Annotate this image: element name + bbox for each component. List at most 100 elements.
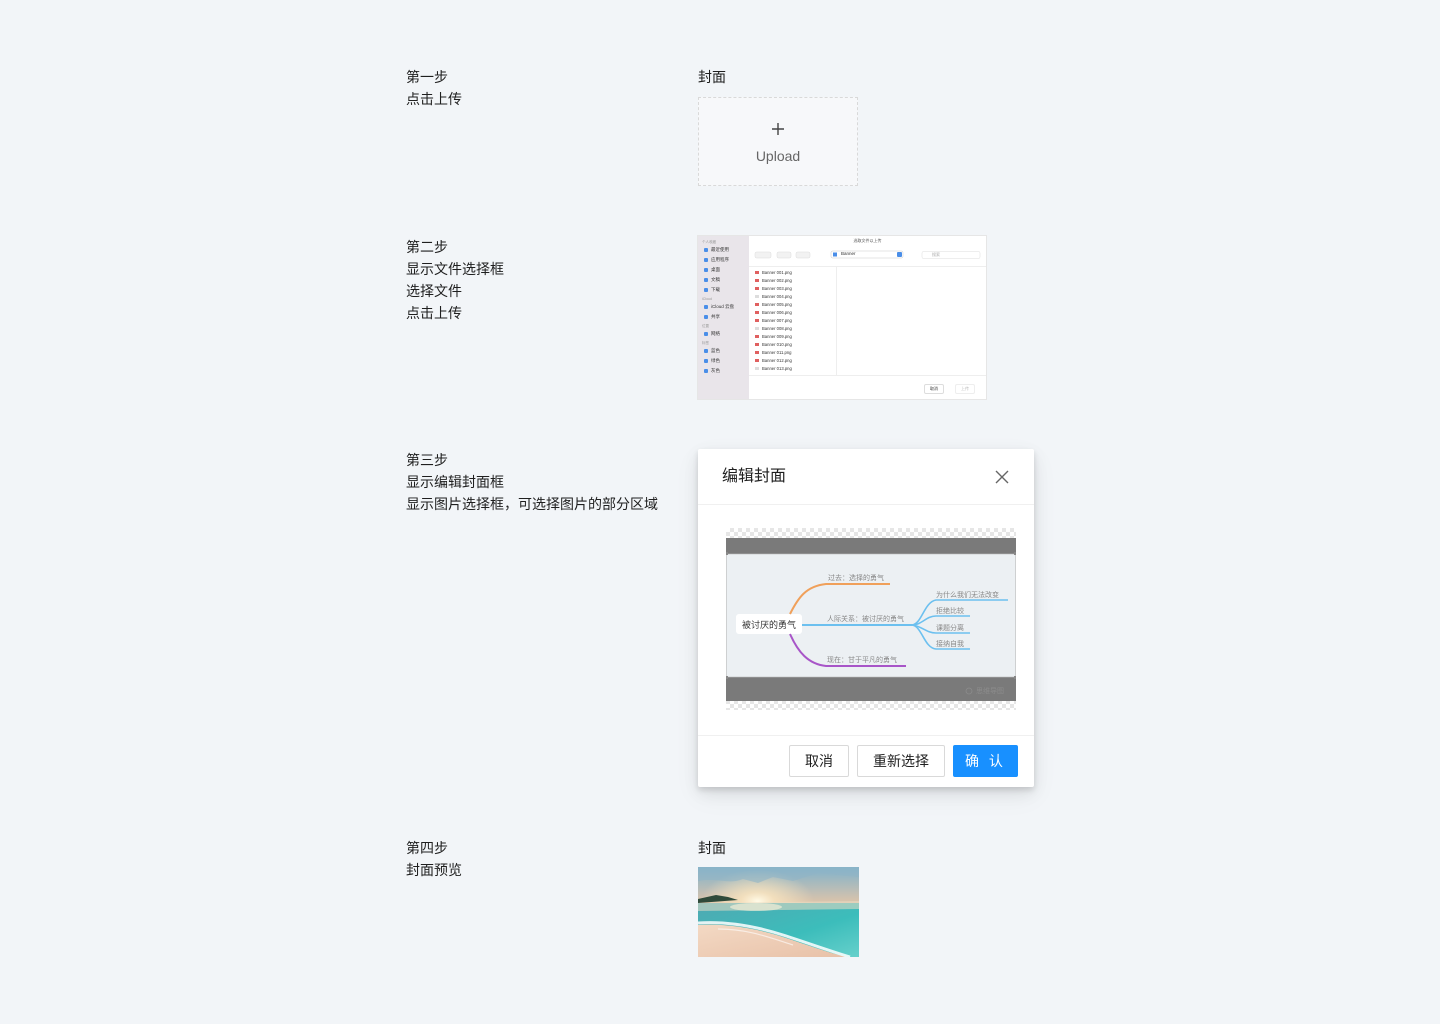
picker-sidebar-item-label: 共享 [711, 314, 720, 319]
folder-icon [704, 348, 708, 353]
picker-file-name: Banner 006.png [762, 310, 792, 315]
picker-sidebar-item-label: 灰色 [711, 368, 720, 373]
picker-file-item[interactable]: Banner 004.png [755, 294, 792, 299]
picker-column-divider [836, 267, 837, 375]
plus-icon [771, 120, 785, 140]
picker-file-item[interactable]: Banner 002.png [755, 278, 792, 283]
cover-preview-image [698, 867, 859, 957]
png-file-icon [755, 303, 759, 307]
picker-file-item[interactable]: Banner 010.png [755, 342, 792, 347]
picker-sidebar-item-label: 下载 [711, 287, 720, 292]
picker-file-name: Banner 001.png [762, 270, 792, 275]
png-file-icon [755, 271, 759, 275]
picker-file-item[interactable]: Banner 011.png [755, 350, 792, 355]
picker-sidebar: 个人收藏 最近使用 应用程序 桌面 文稿 下载 iCloud iCloud 云盘 共享 位置 网络标… [698, 236, 749, 399]
picker-file-name: Banner 005.png [762, 302, 792, 307]
picker-location: Banner [841, 251, 856, 256]
picker-sidebar-item-label: 蓝色 [711, 348, 720, 353]
folder-icon [704, 331, 708, 336]
picker-sidebar-item-label: 文稿 [711, 277, 720, 282]
upload-text: Upload [755, 147, 801, 164]
reselect-button[interactable]: 重新选择 [857, 745, 945, 777]
picker-sidebar-item[interactable]: 应用程序 [704, 257, 729, 263]
picker-sidebar-item-label: 最近使用 [711, 247, 729, 252]
picker-sidebar-item[interactable]: iCloud 云盘 [704, 304, 734, 310]
mindmap-branch-relations: 人际关系：被讨厌的勇气 [827, 616, 904, 623]
png-file-icon [755, 351, 759, 355]
cancel-button[interactable]: 取消 [789, 745, 849, 777]
picker-file-name: Banner 010.png [762, 342, 792, 347]
picker-sidebar-item[interactable]: 最近使用 [704, 247, 729, 253]
confirm-button[interactable]: 确 认 [953, 745, 1018, 777]
picker-file-name: Banner 003.png [762, 286, 792, 291]
png-file-icon [755, 367, 759, 371]
picker-file-item[interactable]: Banner 009.png [755, 334, 792, 339]
step-3-desc-1: 显示编辑封面框 [406, 474, 504, 490]
png-file-icon [755, 287, 759, 291]
upload-button[interactable]: Upload [698, 97, 858, 186]
png-file-icon [755, 327, 759, 331]
picker-file-name: Banner 008.png [762, 326, 792, 331]
folder-icon [704, 287, 708, 292]
picker-file-item[interactable]: Banner 012.png [755, 358, 792, 363]
folder-icon [704, 368, 708, 373]
picker-cancel-button[interactable]: 取消 [924, 384, 944, 394]
picker-file-name: Banner 009.png [762, 334, 792, 339]
picker-sidebar-item[interactable]: 共享 [704, 314, 720, 320]
step-1-title: 第一步 [406, 69, 448, 85]
step-3-title: 第三步 [406, 452, 448, 468]
picker-bottom-divider [749, 375, 986, 376]
picker-upload-button[interactable]: 上传 [955, 384, 975, 394]
picker-sidebar-section: 位置 [702, 324, 709, 328]
cover-label-1: 封面 [698, 69, 726, 85]
picker-file-item[interactable]: Banner 001.png [755, 270, 792, 275]
folder-icon [704, 304, 708, 309]
picker-sidebar-item[interactable]: 下载 [704, 287, 720, 293]
mindmap-sub-3: 课题分离 [936, 625, 964, 632]
step-2-desc-2: 选择文件 [406, 283, 462, 299]
mindmap-watermark: 思维导图 [976, 688, 1004, 695]
step-3-desc-2: 显示图片选择框，可选择图片的部分区域 [406, 496, 658, 512]
picker-toolbar: Banner 搜索 [749, 250, 986, 260]
picker-file-item[interactable]: Banner 003.png [755, 286, 792, 291]
picker-sidebar-item-label: 网络 [711, 331, 720, 336]
folder-icon [704, 277, 708, 282]
picker-sidebar-item[interactable]: 文稿 [704, 277, 720, 283]
mindmap-branch-past: 过去：选择的勇气 [828, 575, 884, 582]
step-2-desc-1: 显示文件选择框 [406, 261, 504, 277]
png-file-icon [755, 279, 759, 283]
picker-file-item[interactable]: Banner 013.png [755, 366, 792, 371]
picker-file-name: Banner 004.png [762, 294, 792, 299]
picker-sidebar-item[interactable]: 绿色 [704, 358, 720, 364]
picker-sidebar-item[interactable]: 灰色 [704, 368, 720, 374]
picker-file-item[interactable]: Banner 007.png [755, 318, 792, 323]
picker-file-name: Banner 012.png [762, 358, 792, 363]
close-icon[interactable] [992, 467, 1012, 487]
png-file-icon [755, 311, 759, 315]
picker-sidebar-item[interactable]: 桌面 [704, 267, 720, 273]
cover-label-2: 封面 [698, 840, 726, 856]
step-2-desc-3: 点击上传 [406, 305, 462, 321]
image-cropper[interactable]: 被讨厌的勇气 过去：选择的勇气 人际关系：被讨厌的勇气 现在：甘于平凡的勇气 为… [726, 528, 1016, 710]
picker-sidebar-item-label: iCloud 云盘 [711, 304, 735, 309]
picker-file-item[interactable]: Banner 008.png [755, 326, 792, 331]
modal-footer: 取消 重新选择 确 认 [698, 735, 1034, 787]
step-1-text: 第一步 点击上传 [406, 66, 462, 110]
png-file-icon [755, 359, 759, 363]
picker-sidebar-item[interactable]: 蓝色 [704, 348, 720, 354]
png-file-icon [755, 335, 759, 339]
picker-sidebar-item[interactable]: 网络 [704, 331, 720, 337]
png-file-icon [755, 295, 759, 299]
picker-divider [749, 266, 986, 267]
picker-file-item[interactable]: Banner 006.png [755, 310, 792, 315]
step-4-text: 第四步 封面预览 [406, 837, 462, 881]
step-2-title: 第二步 [406, 239, 448, 255]
picker-file-item[interactable]: Banner 005.png [755, 302, 792, 307]
folder-icon [704, 247, 708, 252]
step-3-text: 第三步 显示编辑封面框 显示图片选择框，可选择图片的部分区域 [406, 449, 658, 515]
picker-sidebar-item-label: 桌面 [711, 267, 720, 272]
picker-sidebar-section: 标签 [702, 341, 709, 345]
step-1-desc: 点击上传 [406, 91, 462, 107]
picker-sidebar-section: 个人收藏 [702, 240, 716, 244]
mindmap-branch-present: 现在：甘于平凡的勇气 [827, 657, 897, 664]
